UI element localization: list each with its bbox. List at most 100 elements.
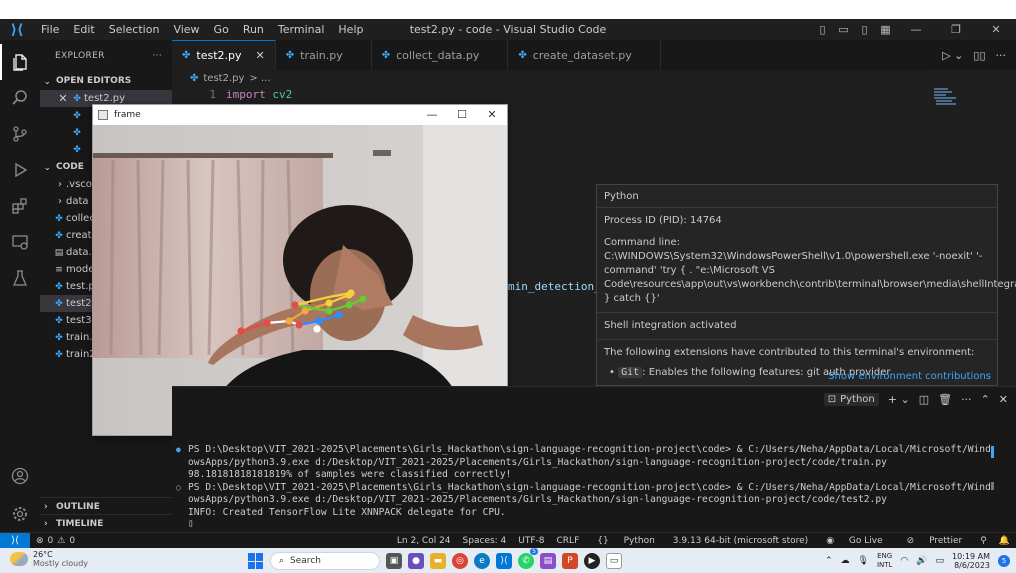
python-file-icon: ✤	[73, 93, 81, 104]
language-mode[interactable]: {} Python	[585, 536, 667, 546]
menu-bar: File Edit Selection View Go Run Terminal…	[34, 23, 370, 36]
prettier-status[interactable]: ⊘ Prettier	[895, 536, 975, 546]
module-name: cv2	[272, 88, 293, 101]
accounts-icon[interactable]	[0, 458, 40, 494]
frame-title-bar[interactable]: frame — ☐ ✕	[93, 105, 507, 125]
restore-icon[interactable]: ❐	[936, 23, 976, 36]
volume-icon[interactable]: 🔊	[916, 556, 927, 566]
toggle-secondary-sidebar-icon[interactable]: ▯	[854, 23, 875, 36]
python-interpreter[interactable]: 3.9.13 64-bit (microsoft store)	[667, 536, 814, 546]
more-actions-icon[interactable]: ···	[153, 51, 162, 61]
remote-indicator-icon[interactable]: ⟩⟨	[0, 532, 30, 549]
maximize-panel-icon[interactable]: ⌃	[981, 393, 990, 406]
show-environment-contributions-link[interactable]: Show environment contributions	[828, 371, 991, 382]
notification-badge[interactable]: 5	[998, 555, 1010, 567]
python-file-icon: ✤	[190, 72, 199, 84]
more-actions-icon[interactable]: ···	[996, 49, 1007, 62]
tab-create-dataset[interactable]: ✤ create_dataset.py	[508, 40, 661, 70]
notifications-bell-icon[interactable]: 🔔	[993, 536, 1016, 546]
battery-icon[interactable]: ▭	[936, 556, 945, 566]
tab-label: create_dataset.py	[532, 48, 632, 62]
breadcrumb-file[interactable]: test2.py	[203, 73, 244, 84]
edge-icon[interactable]: e	[474, 553, 490, 569]
minimize-icon[interactable]: —	[417, 105, 447, 125]
whatsapp-icon[interactable]: ✆ 5	[518, 548, 538, 569]
microphone-icon[interactable]: 🎙	[858, 556, 869, 566]
chevron-right-icon: ›	[44, 501, 48, 512]
chrome-icon[interactable]: ◎	[452, 553, 468, 569]
weather-widget[interactable]: 26°C Mostly cloudy	[10, 550, 88, 568]
new-terminal-icon[interactable]: + ⌄	[888, 393, 910, 406]
python-window-icon[interactable]: ▭	[606, 553, 622, 569]
accounts-status-icon[interactable]: ⚲	[974, 536, 993, 546]
powerpoint-icon[interactable]: P	[562, 553, 578, 569]
run-file-icon[interactable]: ▷ ⌄	[942, 49, 963, 62]
remote-explorer-icon[interactable]	[0, 224, 40, 260]
task-view-icon[interactable]: ▣	[386, 553, 402, 569]
extensions-icon[interactable]	[0, 188, 40, 224]
open-editors-section[interactable]: ⌄ OPEN EDITORS	[40, 72, 172, 90]
terminal-selector[interactable]: ⊡ Python	[823, 392, 879, 406]
menu-file[interactable]: File	[34, 23, 66, 36]
testing-icon[interactable]	[0, 260, 40, 296]
wifi-icon[interactable]: ◠	[900, 556, 908, 566]
indentation[interactable]: Spaces: 4	[457, 536, 513, 546]
command-success-icon: ●	[176, 445, 181, 454]
tab-train[interactable]: ✤ train.py	[276, 40, 372, 70]
terminal[interactable]: ● PS D:\Desktop\VIT_2021-2025\Placements…	[172, 410, 1016, 532]
file-explorer-icon[interactable]: ▬	[430, 553, 446, 569]
chevron-down-icon: ⌄	[44, 162, 51, 172]
customize-layout-icon[interactable]: ▦	[875, 23, 896, 36]
media-player-icon[interactable]: ▶	[584, 553, 600, 569]
toggle-sidebar-icon[interactable]: ▯	[812, 23, 833, 36]
menu-view[interactable]: View	[166, 23, 206, 36]
cursor-position[interactable]: Ln 2, Col 24	[391, 536, 457, 546]
terminal-line: INFO: Created TensorFlow Lite XNNPACK de…	[188, 506, 506, 518]
source-control-icon[interactable]	[0, 116, 40, 152]
outline-label: OUTLINE	[56, 501, 100, 512]
split-terminal-icon[interactable]: ◫	[919, 393, 929, 406]
go-live-button[interactable]: ◉ Go Live	[814, 536, 894, 546]
python-file-icon: ✤	[55, 349, 63, 360]
vscode-taskbar-icon[interactable]: ⟩⟨	[496, 553, 512, 569]
encoding[interactable]: UTF-8	[512, 536, 550, 546]
outline-section[interactable]: › OUTLINE	[40, 497, 172, 515]
menu-go[interactable]: Go	[207, 23, 236, 36]
clock[interactable]: 10:19 AM 8/6/2023	[952, 552, 990, 570]
menu-selection[interactable]: Selection	[102, 23, 167, 36]
menu-help[interactable]: Help	[331, 23, 370, 36]
close-icon[interactable]: ✕	[56, 92, 70, 105]
breadcrumb-rest[interactable]: > ...	[249, 73, 270, 84]
explorer-icon[interactable]	[0, 44, 40, 80]
kill-terminal-icon[interactable]: 🗑	[938, 393, 952, 406]
run-debug-icon[interactable]	[0, 152, 40, 188]
menu-edit[interactable]: Edit	[66, 23, 101, 36]
problems-indicator[interactable]: ⊗ 0 ⚠ 0	[36, 536, 75, 546]
onedrive-icon[interactable]: ☁	[841, 556, 850, 566]
tab-test2[interactable]: ✤ test2.py ✕	[172, 40, 276, 70]
maximize-icon[interactable]: ☐	[447, 105, 477, 125]
close-panel-icon[interactable]: ✕	[999, 393, 1008, 406]
close-icon[interactable]: ✕	[477, 105, 507, 125]
timeline-section[interactable]: › TIMELINE	[40, 514, 172, 532]
menu-terminal[interactable]: Terminal	[271, 23, 332, 36]
panel-toolbar: ⊡ Python + ⌄ ◫ 🗑 ··· ⌃ ✕	[172, 386, 1016, 410]
menu-run[interactable]: Run	[236, 23, 271, 36]
toggle-panel-icon[interactable]: ▭	[833, 23, 854, 36]
tray-overflow-icon[interactable]: ⌃	[825, 556, 833, 566]
minimize-icon[interactable]: —	[896, 23, 936, 36]
tab-collect-data[interactable]: ✤ collect_data.py	[372, 40, 509, 70]
start-button[interactable]	[248, 553, 264, 569]
settings-gear-icon[interactable]	[0, 496, 40, 532]
more-actions-icon[interactable]: ···	[961, 393, 972, 406]
status-bar: ⟩⟨ ⊗ 0 ⚠ 0 Ln 2, Col 24 Spaces: 4 UTF-8 CR…	[0, 532, 1016, 549]
close-icon[interactable]: ✕	[256, 49, 265, 62]
teams-icon[interactable]: ●	[408, 553, 424, 569]
search-icon[interactable]	[0, 80, 40, 116]
input-language[interactable]: ENG INTL	[877, 552, 892, 570]
line-ending[interactable]: CRLF	[551, 536, 586, 546]
close-icon[interactable]: ✕	[976, 23, 1016, 36]
split-editor-icon[interactable]: ▯▯	[973, 49, 985, 62]
app-icon[interactable]: ▤	[540, 553, 556, 569]
taskbar-search[interactable]: ⌕ Search	[270, 552, 380, 570]
